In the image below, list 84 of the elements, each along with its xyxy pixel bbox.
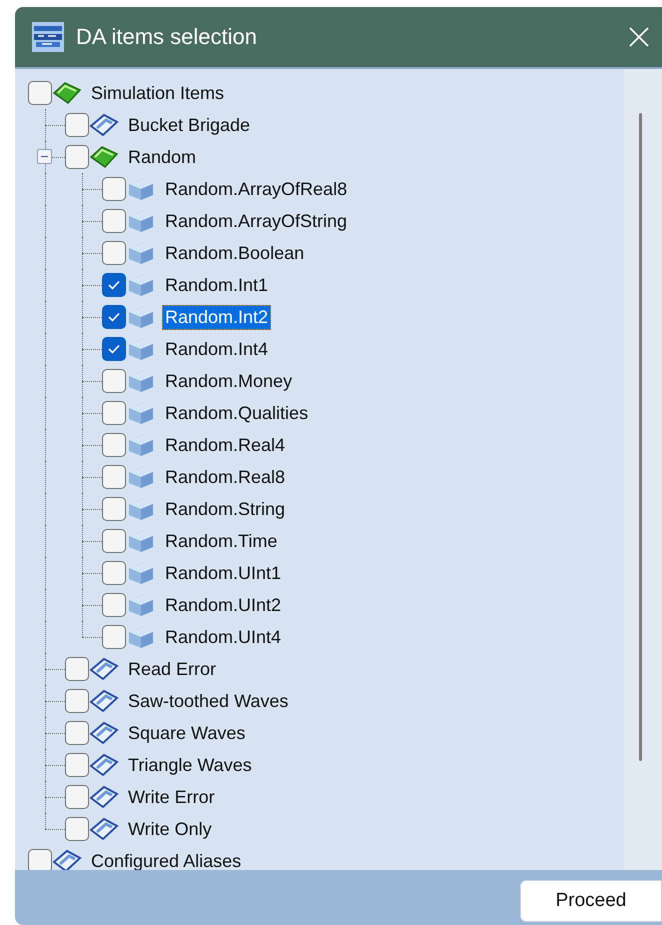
checkbox[interactable] xyxy=(102,273,126,297)
checkbox[interactable] xyxy=(65,689,89,713)
tree-item-label[interactable]: Triangle Waves xyxy=(125,752,255,778)
collapse-toggle[interactable] xyxy=(37,149,52,164)
checkbox[interactable] xyxy=(102,305,126,329)
checkbox[interactable] xyxy=(102,529,126,553)
checkbox[interactable] xyxy=(28,81,52,105)
checkbox[interactable] xyxy=(65,145,89,169)
checkmark-icon xyxy=(107,311,121,323)
app-icon xyxy=(32,22,64,52)
tag-icon xyxy=(89,657,119,681)
tree-item-label[interactable]: Configured Aliases xyxy=(88,848,244,870)
tree-item-label[interactable]: Simulation Items xyxy=(88,80,228,106)
checkbox[interactable] xyxy=(102,177,126,201)
diamond-icon xyxy=(52,81,82,105)
checkbox[interactable] xyxy=(65,113,89,137)
scrollbar-thumb[interactable] xyxy=(639,113,642,761)
tag-icon xyxy=(89,721,119,745)
checkbox[interactable] xyxy=(102,561,126,585)
tag-icon xyxy=(89,113,119,137)
tree-item-label[interactable]: Bucket Brigade xyxy=(125,112,254,138)
cube-icon xyxy=(126,465,156,489)
cube-icon xyxy=(126,337,156,361)
tree-item-label[interactable]: Random.Real8 xyxy=(162,464,288,490)
tree-item-label[interactable]: Random.Boolean xyxy=(162,240,308,266)
cube-icon xyxy=(126,177,156,201)
diamond-icon xyxy=(89,145,119,169)
cube-icon xyxy=(126,497,156,521)
tag-icon xyxy=(89,785,119,809)
tree-item-label[interactable]: Random.Int2 xyxy=(162,304,272,330)
checkbox[interactable] xyxy=(102,209,126,233)
checkbox[interactable] xyxy=(102,401,126,425)
cube-icon xyxy=(126,305,156,329)
close-icon[interactable] xyxy=(628,26,650,48)
tree-item-label[interactable]: Random.Time xyxy=(162,528,280,554)
checkbox[interactable] xyxy=(65,721,89,745)
checkbox[interactable] xyxy=(102,433,126,457)
checkmark-icon xyxy=(107,343,121,355)
checkbox[interactable] xyxy=(102,625,126,649)
tree-item-label[interactable]: Random.String xyxy=(162,496,288,522)
checkbox[interactable] xyxy=(65,785,89,809)
cube-icon xyxy=(126,433,156,457)
tree-item-label[interactable]: Random.Int1 xyxy=(162,272,272,298)
checkbox[interactable] xyxy=(65,753,89,777)
checkbox[interactable] xyxy=(102,369,126,393)
tree-item-label[interactable]: Random.ArrayOfReal8 xyxy=(162,176,350,202)
cube-icon xyxy=(126,273,156,297)
tree-item-label[interactable]: Saw-toothed Waves xyxy=(125,688,292,714)
tree-item-label[interactable]: Random.Real4 xyxy=(162,432,288,458)
checkbox[interactable] xyxy=(65,817,89,841)
cube-icon xyxy=(126,625,156,649)
tag-icon xyxy=(89,817,119,841)
tree-item-label[interactable]: Random.UInt2 xyxy=(162,592,284,618)
tree-item-label[interactable]: Random.UInt1 xyxy=(162,560,284,586)
checkbox[interactable] xyxy=(102,241,126,265)
checkbox[interactable] xyxy=(102,337,126,361)
cube-icon xyxy=(126,401,156,425)
tree-item-label[interactable]: Random.Money xyxy=(162,368,296,394)
tree-item-label[interactable]: Square Waves xyxy=(125,720,248,746)
tag-icon xyxy=(52,849,82,870)
tree-item-label[interactable]: Random.Int4 xyxy=(162,336,272,362)
tree-item-label[interactable]: Write Only xyxy=(125,816,215,842)
cube-icon xyxy=(126,593,156,617)
checkbox[interactable] xyxy=(102,497,126,521)
checkmark-icon xyxy=(107,279,121,291)
cube-icon xyxy=(126,369,156,393)
checkbox[interactable] xyxy=(102,465,126,489)
tag-icon xyxy=(89,689,119,713)
cube-icon xyxy=(126,209,156,233)
tree-item-label[interactable]: Random.UInt4 xyxy=(162,624,284,650)
tag-icon xyxy=(89,753,119,777)
checkbox[interactable] xyxy=(28,849,52,870)
tree-item-label[interactable]: Write Error xyxy=(125,784,218,810)
cube-icon xyxy=(126,529,156,553)
tree-item-label[interactable]: Read Error xyxy=(125,656,220,682)
cube-icon xyxy=(126,561,156,585)
checkbox[interactable] xyxy=(102,593,126,617)
tree-item-label[interactable]: Random.ArrayOfString xyxy=(162,208,350,234)
tree-item-label[interactable]: Random xyxy=(125,144,200,170)
tree-item-label[interactable]: Random.Qualities xyxy=(162,400,312,426)
checkbox[interactable] xyxy=(65,657,89,681)
window-title: DA items selection xyxy=(76,24,258,50)
cube-icon xyxy=(126,241,156,265)
proceed-button[interactable]: Proceed xyxy=(520,880,662,922)
